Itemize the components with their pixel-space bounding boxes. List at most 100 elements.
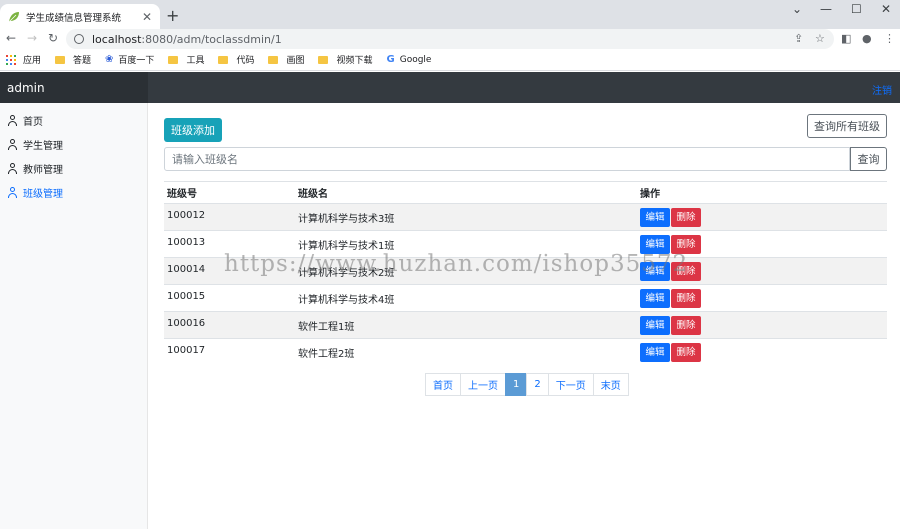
bookmark-label: 应用: [23, 56, 42, 66]
baidu-paw-icon: ❀: [105, 54, 114, 65]
page-number-link[interactable]: 2: [526, 373, 549, 396]
page-next-link[interactable]: 下一页: [547, 373, 594, 396]
address-bar[interactable]: localhost:8080/adm/toclassdmin/1: [66, 29, 834, 49]
url-host: localhost: [92, 32, 142, 46]
search-button[interactable]: 查询: [850, 147, 887, 171]
bookmark-folder[interactable]: 代码: [218, 53, 254, 66]
page-prev-link[interactable]: 上一页: [460, 373, 506, 396]
delete-button[interactable]: 删除: [671, 316, 701, 335]
cell-class-id: 100012: [164, 203, 295, 231]
edit-button[interactable]: 编辑: [640, 316, 670, 335]
cell-actions: 编辑 删除: [637, 230, 887, 258]
folder-icon: [268, 55, 279, 64]
bookmark-apps[interactable]: 应用: [6, 53, 41, 66]
sidebar-item-teachers[interactable]: 教师管理: [0, 156, 147, 180]
share-icon[interactable]: ⇪: [794, 32, 803, 45]
edit-button[interactable]: 编辑: [640, 235, 670, 254]
site-info-icon[interactable]: [74, 34, 84, 44]
cell-class-id: 100013: [164, 230, 295, 258]
apps-grid-icon: [6, 54, 16, 65]
bookmark-star-icon[interactable]: ☆: [815, 32, 825, 45]
leaf-favicon-icon: [8, 11, 20, 23]
profile-avatar-icon[interactable]: ●: [862, 32, 872, 45]
window-close-icon[interactable]: ✕: [881, 2, 891, 16]
cell-class-id: 100017: [164, 338, 295, 366]
cell-class-name: 计算机科学与技术2班: [295, 257, 637, 285]
bookmark-label: 代码: [236, 56, 255, 66]
user-icon: [7, 114, 18, 126]
cell-class-name: 计算机科学与技术3班: [295, 203, 637, 231]
bookmark-baidu[interactable]: ❀ 百度一下: [105, 53, 154, 66]
page-first-link[interactable]: 首页: [425, 373, 461, 396]
reload-icon[interactable]: ↻: [48, 31, 58, 45]
minimize-icon[interactable]: —: [820, 2, 832, 16]
cell-actions: 编辑 删除: [637, 284, 887, 312]
page-number-link[interactable]: 1: [505, 373, 528, 396]
menu-kebab-icon[interactable]: ⋮: [884, 32, 895, 45]
logout-link[interactable]: 注销: [872, 82, 892, 97]
edit-button[interactable]: 编辑: [640, 343, 670, 362]
browser-tabstrip: 学生成绩信息管理系统 ✕ + ⌄ — ☐ ✕: [0, 0, 900, 29]
bookmark-folder[interactable]: 工具: [168, 53, 204, 66]
sidebar-item-label: 首页: [23, 116, 43, 128]
folder-icon: [55, 55, 66, 64]
app-navbar: admin 注销: [0, 72, 900, 103]
sidebar-item-home[interactable]: 首页: [0, 108, 147, 132]
cell-class-name: 计算机科学与技术4班: [295, 284, 637, 312]
brand[interactable]: admin: [0, 72, 148, 103]
browser-tab[interactable]: 学生成绩信息管理系统 ✕: [0, 4, 160, 29]
cell-actions: 编辑 删除: [637, 203, 887, 231]
user-icon: [7, 138, 18, 150]
bookmark-label: Google: [399, 54, 432, 65]
cell-class-name: 软件工程2班: [295, 338, 637, 366]
page-last-link[interactable]: 末页: [592, 373, 629, 396]
cell-class-name: 软件工程1班: [295, 311, 637, 339]
sidebar-item-classes[interactable]: 班级管理: [0, 180, 147, 204]
delete-button[interactable]: 删除: [671, 208, 701, 227]
bookmark-label: 工具: [186, 56, 205, 66]
delete-button[interactable]: 删除: [671, 235, 701, 254]
query-all-classes-button[interactable]: 查询所有班级: [807, 114, 887, 138]
bookmark-label: 画图: [286, 56, 305, 66]
tab-close-icon[interactable]: ✕: [142, 10, 152, 24]
maximize-icon[interactable]: ☐: [851, 2, 862, 16]
bookmark-google[interactable]: G Google: [387, 54, 432, 65]
bookmark-folder[interactable]: 视频下载: [318, 53, 373, 66]
add-class-button[interactable]: 班级添加: [164, 118, 222, 142]
column-header-actions: 操作: [637, 181, 887, 204]
class-name-search-input[interactable]: [164, 147, 850, 171]
bookmark-label: 答题: [73, 56, 92, 66]
cell-class-id: 100015: [164, 284, 295, 312]
new-tab-icon[interactable]: +: [166, 6, 179, 25]
edit-button[interactable]: 编辑: [640, 262, 670, 281]
sidebar-item-label: 教师管理: [23, 164, 63, 176]
bookmark-label: 百度一下: [118, 56, 155, 66]
delete-button[interactable]: 删除: [671, 289, 701, 308]
cell-class-name: 计算机科学与技术1班: [295, 230, 637, 258]
user-icon: [7, 162, 18, 174]
column-header-class-name: 班级名: [295, 181, 637, 204]
sidebar-item-students[interactable]: 学生管理: [0, 132, 147, 156]
folder-icon: [218, 55, 229, 64]
url-path: :8080/adm/toclassdmin/1: [141, 32, 282, 46]
delete-button[interactable]: 删除: [671, 262, 701, 281]
bookmark-folder[interactable]: 画图: [268, 53, 304, 66]
column-header-class-id: 班级号: [164, 181, 295, 204]
tab-search-chevron-icon[interactable]: ⌄: [792, 2, 802, 16]
table-row: 100012 计算机科学与技术3班 编辑 删除: [164, 203, 887, 231]
sidebar-item-label: 班级管理: [23, 188, 63, 200]
bookmark-label: 视频下载: [336, 56, 373, 66]
side-panel-icon[interactable]: ◧: [841, 32, 851, 45]
folder-icon: [168, 55, 179, 64]
edit-button[interactable]: 编辑: [640, 208, 670, 227]
table-row: 100013 计算机科学与技术1班 编辑 删除: [164, 230, 887, 258]
forward-icon[interactable]: →: [27, 31, 37, 45]
bookmark-folder[interactable]: 答题: [55, 53, 91, 66]
cell-class-id: 100016: [164, 311, 295, 339]
edit-button[interactable]: 编辑: [640, 289, 670, 308]
bookmarks-bar: 应用 答题 ❀ 百度一下 工具 代码 画图 视频下载 G Google: [0, 49, 900, 71]
table-row: 100014 计算机科学与技术2班 编辑 删除: [164, 257, 887, 285]
tab-title: 学生成绩信息管理系统: [26, 12, 122, 24]
back-icon[interactable]: ←: [6, 31, 16, 45]
delete-button[interactable]: 删除: [671, 343, 701, 362]
